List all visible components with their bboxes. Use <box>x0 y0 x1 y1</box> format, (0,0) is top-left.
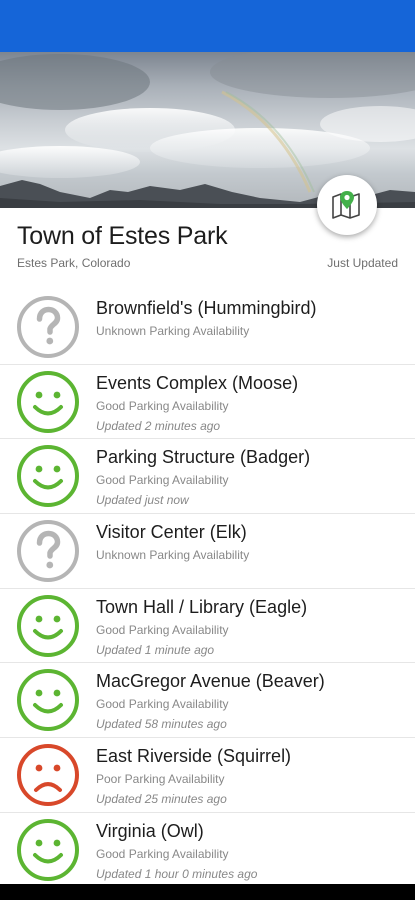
parking-lot-row[interactable]: Town Hall / Library (Eagle) Good Parking … <box>0 589 415 664</box>
location-label: Estes Park, Colorado <box>17 256 131 270</box>
happy-face-icon <box>16 668 80 732</box>
lot-name: Brownfield's (Hummingbird) <box>96 298 317 318</box>
happy-face-icon <box>16 370 80 434</box>
sad-face-icon <box>16 743 80 807</box>
navigation-bar <box>0 884 415 900</box>
last-updated-label: Just Updated <box>327 256 398 270</box>
map-button[interactable] <box>317 175 377 235</box>
lot-name: Town Hall / Library (Eagle) <box>96 596 308 617</box>
parking-lot-row[interactable]: Visitor Center (Elk) Unknown Parking Avai… <box>0 514 415 589</box>
lot-availability: Good Parking Availability <box>96 622 229 637</box>
question-mark-icon <box>16 295 80 359</box>
parking-lot-row[interactable]: East Riverside (Squirrel) Poor Parking Av… <box>0 738 415 813</box>
status-bar <box>0 0 415 52</box>
lot-availability: Poor Parking Availability <box>96 772 225 787</box>
happy-face-icon <box>16 594 80 658</box>
lot-name: Virginia (Owl) <box>96 820 204 841</box>
lot-availability: Good Parking Availability <box>96 697 229 712</box>
question-mark-icon <box>16 519 80 583</box>
lot-availability: Good Parking Availability <box>96 473 229 488</box>
page-title: Town of Estes Park <box>17 222 228 250</box>
lot-availability: Unknown Parking Availability <box>96 324 250 338</box>
lot-updated-time: Updated 2 minutes ago <box>96 418 221 433</box>
lot-updated-time: Updated just now <box>96 493 189 508</box>
lot-updated-time: Updated 25 minutes ago <box>96 792 227 807</box>
parking-lot-row[interactable]: Brownfield's (Hummingbird) Unknown Parkin… <box>0 290 415 365</box>
lot-updated-time: Updated 1 minute ago <box>96 642 215 657</box>
lot-name: East Riverside (Squirrel) <box>96 746 292 767</box>
happy-face-icon <box>16 444 80 508</box>
parking-lot-list: Brownfield's (Hummingbird) Unknown Parkin… <box>0 290 415 888</box>
lot-availability: Good Parking Availability <box>96 846 229 861</box>
parking-lot-row[interactable]: MacGregor Avenue (Beaver) Good Parking Av… <box>0 663 415 739</box>
happy-face-icon <box>16 818 80 882</box>
parking-lot-row[interactable]: Events Complex (Moose) Good Parking Avail… <box>0 365 415 440</box>
lot-name: Parking Structure (Badger) <box>96 447 311 468</box>
lot-name: Events Complex (Moose) <box>96 372 299 393</box>
lot-availability: Unknown Parking Availability <box>96 548 250 563</box>
lot-availability: Good Parking Availability <box>96 398 229 413</box>
lot-updated-time: Updated 58 minutes ago <box>96 717 227 732</box>
parking-lot-row[interactable]: Parking Structure (Badger) Good Parking A… <box>0 439 415 515</box>
lot-name: Visitor Center (Elk) <box>96 522 247 543</box>
parking-lot-row[interactable]: Virginia (Owl) Good Parking Availability U… <box>0 813 415 888</box>
lot-updated-time: Updated 1 hour 0 minutes ago <box>96 866 258 881</box>
map-pin-icon <box>332 191 360 219</box>
lot-name: MacGregor Avenue (Beaver) <box>96 671 325 692</box>
